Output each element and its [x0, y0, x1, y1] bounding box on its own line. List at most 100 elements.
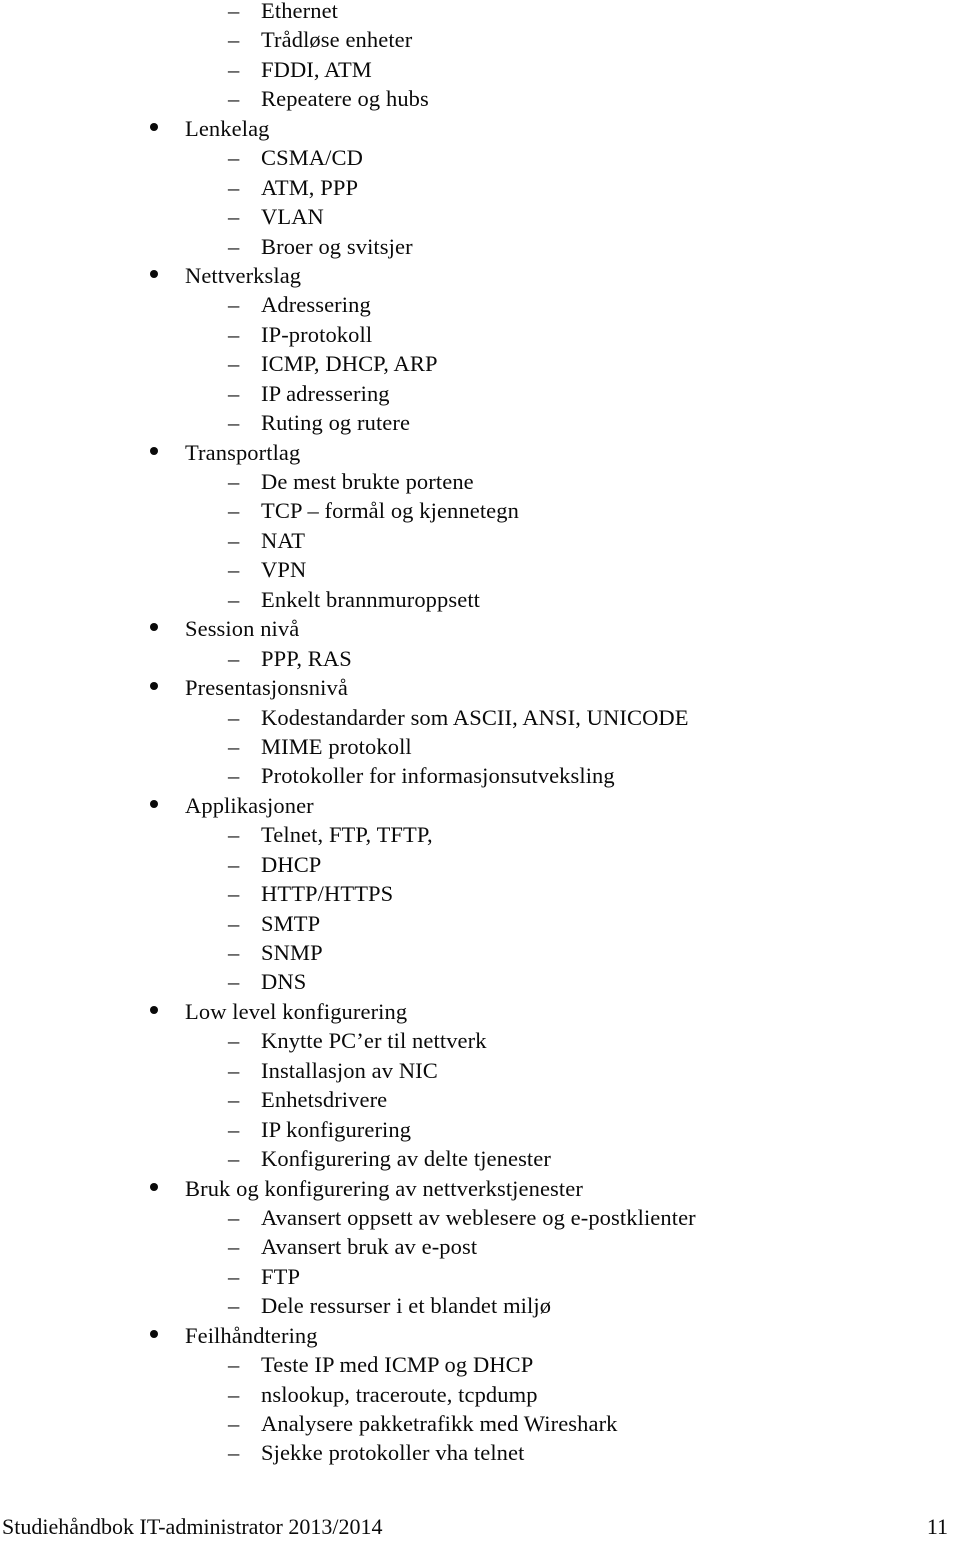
en-dash-glyph-icon: – [228, 527, 240, 553]
en-dash-icon: – [228, 1291, 246, 1320]
en-dash-glyph-icon: – [228, 1234, 240, 1260]
outline-item: Nettverkslag [0, 261, 960, 290]
bullet-icon [150, 261, 164, 290]
outline-item: – nslookup, traceroute, tcpdump [0, 1380, 960, 1409]
outline-item-label: SNMP [261, 940, 323, 965]
en-dash-icon: – [228, 143, 246, 172]
bullet-dot-icon [150, 1005, 158, 1014]
outline-item: – Trådløse enheter [0, 25, 960, 54]
outline-item: Presentasjonsnivå [0, 673, 960, 702]
en-dash-glyph-icon: – [228, 27, 240, 53]
en-dash-icon: – [228, 202, 246, 231]
en-dash-icon: – [228, 232, 246, 261]
en-dash-icon: – [228, 850, 246, 879]
outline-item-label: Lenkelag [185, 115, 270, 141]
outline-item: – Konfigurering av delte tjenester [0, 1144, 960, 1173]
en-dash-glyph-icon: – [228, 174, 240, 200]
outline-item: – Teste IP med ICMP og DHCP [0, 1350, 960, 1379]
outline-item: – Telnet, FTP, TFTP, [0, 820, 960, 849]
bullet-icon [150, 614, 164, 643]
en-dash-glyph-icon: – [228, 1057, 240, 1083]
en-dash-glyph-icon: – [228, 0, 240, 23]
en-dash-glyph-icon: – [228, 1411, 240, 1436]
bullet-icon [150, 1321, 164, 1350]
outline-item-label: Broer og svitsjer [261, 233, 413, 259]
document-page: – Ethernet – Trådløse enheter – FDDI, ATM – Rep… [0, 0, 960, 1558]
en-dash-icon: – [228, 320, 246, 349]
outline-item: – Repeatere og hubs [0, 84, 960, 113]
en-dash-glyph-icon: – [228, 704, 240, 730]
outline-item: – PPP, RAS [0, 644, 960, 673]
outline-item-label: Feilhåndtering [185, 1322, 318, 1348]
outline-item: – VPN [0, 555, 960, 584]
outline-item-label: DHCP [261, 851, 322, 877]
outline-item: – Sjekke protokoller vha telnet [0, 1438, 960, 1467]
en-dash-icon: – [228, 467, 246, 496]
outline-item-label: Ethernet [261, 0, 339, 23]
en-dash-icon: – [228, 820, 246, 849]
en-dash-icon: – [228, 879, 246, 908]
outline-item-label: FTP [261, 1263, 301, 1289]
outline-item: – Installasjon av NIC [0, 1056, 960, 1085]
en-dash-glyph-icon: – [228, 586, 240, 612]
outline-item-label: Dele ressurser i et blandet miljø [261, 1293, 552, 1319]
en-dash-glyph-icon: – [228, 733, 240, 759]
outline-item-label: IP adressering [261, 380, 390, 406]
en-dash-icon: – [228, 761, 246, 790]
outline-item: – VLAN [0, 202, 960, 231]
en-dash-icon: – [228, 496, 246, 525]
outline-item-label: Ruting og rutere [261, 410, 411, 436]
en-dash-glyph-icon: – [228, 469, 240, 494]
outline-item: – Avansert oppsett av weblesere og e-post… [0, 1203, 960, 1232]
bullet-dot-icon [150, 682, 158, 691]
bullet-dot-icon [150, 623, 158, 632]
outline-item-label: Low level konfigurering [185, 998, 408, 1024]
en-dash-glyph-icon: – [228, 1146, 240, 1172]
bullet-icon [150, 791, 164, 820]
outline-item-label: De mest brukte portene [261, 469, 474, 494]
outline-item: – MIME protokoll [0, 732, 960, 761]
en-dash-icon: – [228, 1409, 246, 1438]
outline-item-label: Protokoller for informasjonsutveksling [261, 763, 615, 789]
outline-item: – SNMP [0, 938, 960, 967]
en-dash-glyph-icon: – [228, 1381, 240, 1407]
en-dash-glyph-icon: – [228, 763, 240, 789]
bullet-icon [150, 997, 164, 1026]
en-dash-glyph-icon: – [228, 321, 240, 347]
outline-item-label: SMTP [261, 910, 321, 936]
en-dash-glyph-icon: – [228, 1204, 240, 1230]
en-dash-glyph-icon: – [228, 1116, 240, 1142]
outline-item-label: Repeatere og hubs [261, 86, 429, 112]
outline-item: – Ethernet [0, 0, 960, 25]
outline-item-label: ICMP, DHCP, ARP [261, 351, 438, 377]
page-footer: Studiehåndbok IT-administrator 2013/2014… [0, 1512, 960, 1542]
en-dash-icon: – [228, 732, 246, 761]
outline-item-label: Adressering [261, 292, 371, 318]
outline-item: Feilhåndtering [0, 1321, 960, 1350]
outline-item: – ICMP, DHCP, ARP [0, 349, 960, 378]
bullet-dot-icon [150, 446, 158, 455]
en-dash-icon: – [228, 173, 246, 202]
en-dash-glyph-icon: – [228, 498, 240, 524]
en-dash-icon: – [228, 1262, 246, 1291]
en-dash-glyph-icon: – [228, 380, 240, 406]
outline-item: – Dele ressurser i et blandet miljø [0, 1291, 960, 1320]
outline-item: – SMTP [0, 909, 960, 938]
en-dash-glyph-icon: – [228, 86, 240, 112]
outline-item-label: TCP – formål og kjennetegn [261, 498, 519, 524]
en-dash-icon: – [228, 938, 246, 967]
outline-item: – IP adressering [0, 379, 960, 408]
outline-item: – IP-protokoll [0, 320, 960, 349]
outline-item-label: Transportlag [185, 439, 301, 465]
outline-item: – Kodestandarder som ASCII, ANSI, UNICODE [0, 703, 960, 732]
outline-item: – Broer og svitsjer [0, 232, 960, 261]
en-dash-icon: – [228, 1380, 246, 1409]
en-dash-icon: – [228, 408, 246, 437]
outline-item: Session nivå [0, 614, 960, 643]
outline-item-label: Telnet, FTP, TFTP, [261, 822, 433, 848]
outline-item: – Adressering [0, 290, 960, 319]
outline-item-label: NAT [261, 527, 306, 553]
bullet-dot-icon [150, 270, 158, 278]
outline-item-label: Enhetsdrivere [261, 1087, 388, 1113]
outline-item-label: Presentasjonsnivå [185, 675, 348, 701]
